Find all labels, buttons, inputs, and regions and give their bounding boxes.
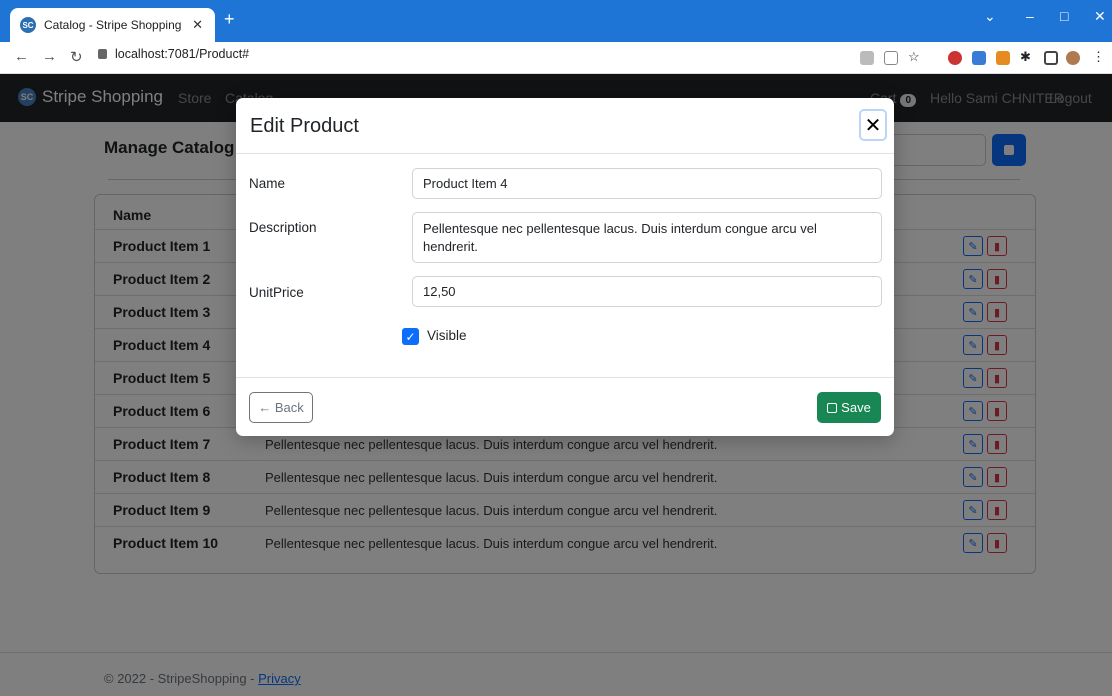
reload-icon[interactable]: ↻ bbox=[70, 48, 83, 66]
unitprice-label: UnitPrice bbox=[249, 285, 304, 300]
extension-icon[interactable] bbox=[996, 51, 1010, 65]
description-textarea[interactable]: Pellentesque nec pellentesque lacus. Dui… bbox=[412, 212, 882, 263]
angular-extension-icon[interactable] bbox=[948, 51, 962, 65]
close-icon: ✕ bbox=[864, 114, 882, 137]
name-label: Name bbox=[249, 176, 286, 191]
edit-product-modal: Edit Product ✕ Name Product Item 4 Descr… bbox=[236, 98, 894, 436]
tab-title: Catalog - Stripe Shopping bbox=[44, 18, 182, 32]
new-tab-button[interactable]: + bbox=[224, 10, 235, 28]
visible-checkbox[interactable]: ✓ bbox=[402, 328, 419, 345]
sidepanel-icon[interactable] bbox=[1044, 51, 1058, 65]
back-button[interactable]: ← Back bbox=[249, 392, 313, 423]
save-button[interactable]: Save bbox=[817, 392, 881, 423]
menu-dots-icon[interactable]: ⋮ bbox=[1092, 49, 1106, 64]
name-input[interactable]: Product Item 4 bbox=[412, 168, 882, 199]
save-label: Save bbox=[841, 400, 871, 415]
site-favicon-icon: SC bbox=[20, 17, 36, 33]
description-label: Description bbox=[249, 220, 317, 235]
close-button[interactable]: ✕ bbox=[859, 109, 887, 141]
maximize-icon[interactable]: □ bbox=[1060, 8, 1068, 24]
address-bar: ← → ↻ localhost:7081/Product# ☆ ✱ ⋮ bbox=[0, 42, 1112, 74]
visible-label[interactable]: Visible bbox=[427, 328, 467, 343]
modal-footer: ← Back Save bbox=[236, 377, 894, 436]
browser-tab-strip: SC Catalog - Stripe Shopping ✕ + ⌄ – □ ✕ bbox=[0, 0, 1112, 42]
lock-icon bbox=[98, 49, 107, 59]
checkmark-icon: ✓ bbox=[405, 329, 416, 344]
forward-arrow-icon[interactable]: → bbox=[42, 48, 57, 65]
profile-avatar[interactable] bbox=[1066, 51, 1080, 65]
url-field[interactable]: localhost:7081/Product# bbox=[98, 47, 249, 61]
tab-close-icon[interactable]: ✕ bbox=[192, 17, 203, 33]
save-icon bbox=[827, 402, 838, 413]
bookmark-star-icon[interactable]: ☆ bbox=[908, 49, 922, 64]
modal-header: Edit Product ✕ bbox=[236, 98, 894, 154]
unitprice-input[interactable]: 12,50 bbox=[412, 276, 882, 307]
back-arrow-icon[interactable]: ← bbox=[14, 48, 29, 65]
minimize-icon[interactable]: – bbox=[1026, 8, 1034, 24]
extension-icon[interactable] bbox=[972, 51, 986, 65]
close-window-icon[interactable]: ✕ bbox=[1094, 8, 1106, 25]
modal-title: Edit Product bbox=[250, 115, 359, 137]
puzzle-icon[interactable]: ✱ bbox=[1020, 49, 1034, 64]
chevron-down-icon[interactable]: ⌄ bbox=[984, 8, 996, 25]
translate-icon[interactable] bbox=[860, 51, 874, 65]
share-icon[interactable] bbox=[884, 51, 898, 65]
url-text: localhost:7081/Product# bbox=[115, 47, 250, 61]
browser-tab[interactable]: SC Catalog - Stripe Shopping ✕ bbox=[10, 8, 215, 42]
